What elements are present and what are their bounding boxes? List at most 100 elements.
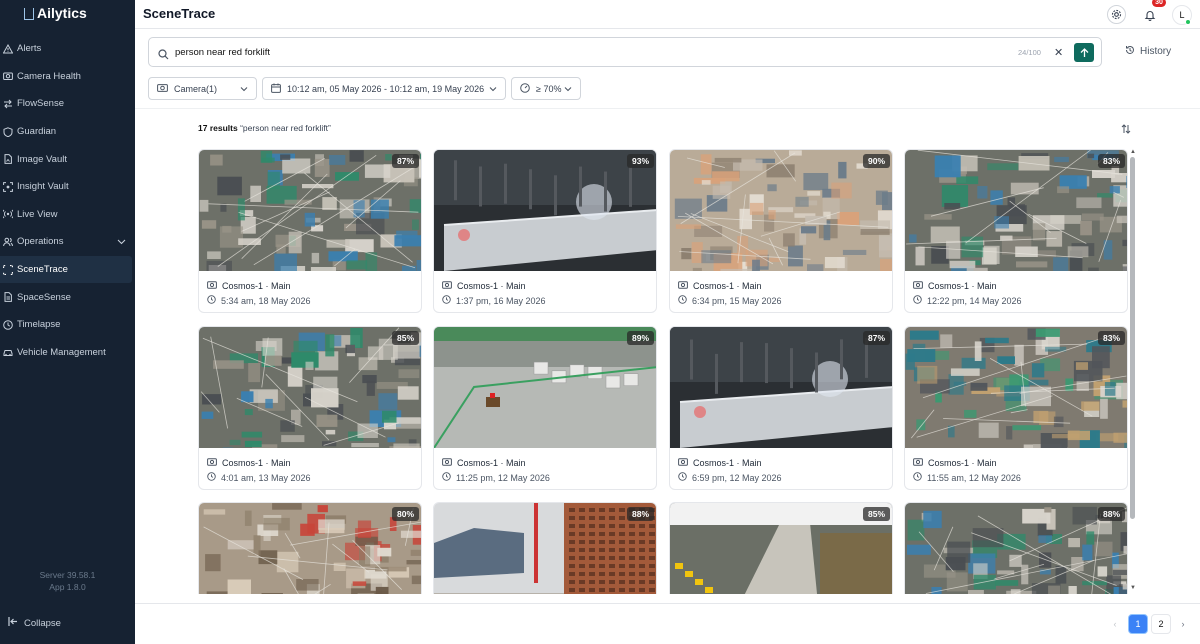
match-score-badge: 87%	[862, 331, 890, 345]
result-card[interactable]: 85%	[669, 502, 893, 594]
result-card[interactable]: 89% Cosmos-1 · Main 11:25 pm, 12 May 2026	[433, 326, 657, 490]
camera-name: Cosmos-1 · Main	[928, 457, 997, 468]
scrollbar[interactable]: ▲ ▼	[1129, 149, 1137, 594]
thumbnail-image	[670, 503, 892, 594]
camera-icon	[207, 280, 217, 291]
prev-page-button[interactable]: ‹	[1105, 614, 1125, 634]
app-logo[interactable]: Ailytics	[24, 4, 87, 22]
collapse-icon	[8, 617, 18, 629]
camera-icon	[157, 83, 168, 94]
sidebar-item-flowsense[interactable]: FlowSense	[0, 90, 135, 118]
result-card[interactable]: 85% Cosmos-1 · Main 4:01 am, 13 May 2026	[198, 326, 422, 490]
clock-icon	[442, 295, 451, 306]
sort-button[interactable]	[1121, 121, 1131, 139]
result-card[interactable]: 87% Cosmos-1 · Main 5:34 am, 18 May 2026	[198, 149, 422, 313]
sidebar-item-vehicle-management[interactable]: Vehicle Management	[0, 339, 135, 367]
sidebar-item-live-view[interactable]: Live View	[0, 201, 135, 229]
clear-search-button[interactable]: ✕	[1054, 46, 1063, 59]
notifications-button[interactable]	[1140, 5, 1159, 24]
result-card[interactable]: 90% Cosmos-1 · Main 6:34 pm, 15 May 2026	[669, 149, 893, 313]
scroll-up-icon[interactable]: ▲	[1130, 149, 1136, 155]
results-query: “person near red forklift”	[240, 123, 331, 133]
result-thumbnail[interactable]: 83%	[905, 327, 1127, 448]
calendar-icon	[271, 83, 281, 95]
result-card[interactable]: 93% Cosmos-1 · Main 1:37 pm, 16 May 2026	[433, 149, 657, 313]
thumbnail-image	[434, 503, 656, 594]
result-card[interactable]: 83% Cosmos-1 · Main 12:22 pm, 14 May 2026	[904, 149, 1128, 313]
sidebar-item-label: Vehicle Management	[17, 346, 106, 358]
date-range-filter[interactable]: 10:12 am, 05 May 2026 - 10:12 am, 19 May…	[262, 77, 506, 100]
file-grid-icon	[3, 292, 13, 303]
settings-button[interactable]	[1107, 5, 1126, 24]
result-thumbnail[interactable]: 88%	[905, 503, 1127, 594]
sidebar-item-spacesense[interactable]: SpaceSense	[0, 283, 135, 311]
results-grid: 87% Cosmos-1 · Main 5:34 am, 18 May 2026 93…	[198, 149, 1128, 594]
camera-icon	[913, 280, 923, 291]
char-counter: 24/100	[1018, 48, 1041, 57]
sidebar-item-label: Guardian	[17, 126, 57, 138]
clock-icon	[913, 295, 922, 306]
result-thumbnail[interactable]: 85%	[199, 327, 421, 448]
submit-search-button[interactable]	[1074, 43, 1094, 62]
confidence-filter[interactable]: ≥ 70%	[511, 77, 581, 100]
top-header: SceneTrace 30 L	[135, 0, 1200, 29]
next-page-button[interactable]: ›	[1173, 614, 1193, 634]
result-card[interactable]: 83% Cosmos-1 · Main 11:55 am, 12 May 2026	[904, 326, 1128, 490]
search-input[interactable]: person near red forklift	[175, 47, 270, 58]
logo-text: Ailytics	[37, 5, 87, 21]
sidebar-item-insight-vault[interactable]: Insight Vault	[0, 173, 135, 201]
scroll-down-icon[interactable]: ▼	[1130, 585, 1136, 591]
camera-filter[interactable]: Camera(1)	[148, 77, 257, 100]
sidebar-item-operations[interactable]: Operations	[0, 228, 135, 256]
sidebar-item-label: Image Vault	[17, 153, 67, 165]
result-thumbnail[interactable]: 88%	[434, 503, 656, 594]
sidebar-item-image-vault[interactable]: Image Vault	[0, 145, 135, 173]
result-thumbnail[interactable]: 83%	[905, 150, 1127, 271]
history-icon	[1125, 45, 1135, 58]
collapse-button[interactable]: Collapse	[8, 617, 61, 629]
sidebar-item-guardian[interactable]: Guardian	[0, 118, 135, 146]
result-card[interactable]: 88%	[904, 502, 1128, 594]
result-thumbnail[interactable]: 90%	[670, 150, 892, 271]
result-thumbnail[interactable]: 93%	[434, 150, 656, 271]
page-button-1[interactable]: 1	[1128, 614, 1148, 634]
scrollbar-thumb[interactable]	[1130, 157, 1135, 519]
sidebar-item-timelapse[interactable]: Timelapse	[0, 311, 135, 339]
online-status-dot	[1185, 19, 1191, 25]
chevron-down-icon[interactable]	[117, 237, 126, 248]
result-card[interactable]: 80%	[198, 502, 422, 594]
sidebar-nav: Alerts Camera Health FlowSense Guardian Imag…	[0, 35, 135, 366]
timestamp-text: 11:55 am, 12 May 2026	[927, 472, 1021, 483]
sidebar: Ailytics Alerts Camera Health FlowSense Gua…	[0, 0, 135, 644]
page-title: SceneTrace	[143, 6, 216, 21]
timestamp-text: 1:37 pm, 16 May 2026	[456, 295, 546, 306]
broadcast-icon	[3, 209, 13, 219]
card-timestamp: 4:01 am, 13 May 2026	[207, 472, 311, 483]
thumbnail-image	[905, 327, 1127, 448]
bell-icon	[1144, 10, 1155, 21]
file-image-icon	[3, 154, 13, 165]
sidebar-item-alerts[interactable]: Alerts	[0, 35, 135, 63]
result-card[interactable]: 87% Cosmos-1 · Main 6:59 pm, 12 May 2026	[669, 326, 893, 490]
result-thumbnail[interactable]: 89%	[434, 327, 656, 448]
history-button[interactable]: History	[1125, 45, 1171, 58]
camera-name: Cosmos-1 · Main	[457, 457, 526, 468]
gauge-icon	[520, 82, 530, 95]
collapse-label: Collapse	[24, 617, 61, 629]
camera-icon	[442, 457, 452, 468]
card-camera: Cosmos-1 · Main	[442, 280, 526, 291]
result-card[interactable]: 88%	[433, 502, 657, 594]
sidebar-item-scenetrace[interactable]: SceneTrace	[0, 255, 132, 284]
alert-triangle-icon	[3, 43, 13, 54]
result-thumbnail[interactable]: 80%	[199, 503, 421, 594]
sidebar-item-label: Timelapse	[17, 319, 61, 331]
result-thumbnail[interactable]: 85%	[670, 503, 892, 594]
sidebar-item-camera-health[interactable]: Camera Health	[0, 63, 135, 91]
sidebar-item-label: Live View	[17, 208, 58, 220]
gear-icon	[1111, 9, 1122, 20]
match-score-badge: 88%	[626, 507, 654, 521]
page-button-2[interactable]: 2	[1151, 614, 1171, 634]
result-thumbnail[interactable]: 87%	[199, 150, 421, 271]
result-thumbnail[interactable]: 87%	[670, 327, 892, 448]
users-icon	[3, 237, 13, 247]
